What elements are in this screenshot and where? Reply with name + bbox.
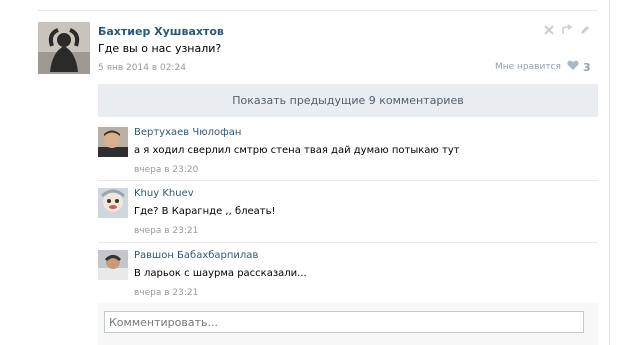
- avatar-image: [98, 188, 128, 218]
- comment-author[interactable]: Khuy Khuev: [134, 188, 194, 199]
- comment-date[interactable]: вчера в 23:21: [134, 288, 198, 298]
- comment-author[interactable]: Равшон Бабахбарпилав: [134, 250, 258, 261]
- comment-text: В ларьок с шаурма рассказали...: [134, 268, 307, 279]
- like-label[interactable]: Мне нравится: [495, 62, 561, 72]
- like-count: 3: [583, 61, 591, 74]
- avatar-image: [98, 127, 128, 157]
- avatar-image: [98, 250, 128, 280]
- edit-icon[interactable]: [579, 24, 591, 36]
- right-border: [609, 0, 610, 345]
- post-author-avatar[interactable]: [38, 22, 90, 74]
- heart-icon[interactable]: [567, 60, 579, 71]
- post-date[interactable]: 5 янв 2014 в 02:24: [98, 63, 186, 73]
- comment-input[interactable]: [104, 311, 584, 333]
- post-actions: [543, 24, 591, 36]
- top-divider: [38, 10, 598, 11]
- comment-composer: [98, 303, 598, 345]
- comment-date[interactable]: вчера в 23:20: [134, 165, 198, 175]
- share-icon[interactable]: [561, 24, 573, 36]
- comment-date[interactable]: вчера в 23:21: [134, 226, 198, 236]
- comment-divider: [98, 180, 598, 181]
- post-text: Где вы о нас узнали?: [98, 42, 222, 55]
- show-previous-comments-button[interactable]: Показать предыдущие 9 комментариев: [98, 84, 598, 117]
- comment-text: Где? В Карагнде ,, блеать!: [134, 206, 276, 217]
- post-author-name[interactable]: Бахтиер Хушвахтов: [98, 25, 224, 38]
- comment-avatar[interactable]: [98, 188, 128, 218]
- comment-avatar[interactable]: [98, 250, 128, 280]
- avatar-image: [38, 22, 90, 74]
- delete-icon[interactable]: [543, 24, 555, 36]
- comment-text: а я ходил сверлил смтрю стена твая дай д…: [134, 145, 460, 156]
- comment-avatar[interactable]: [98, 127, 128, 157]
- comment-divider: [98, 242, 598, 243]
- comment-author[interactable]: Вертухаев Чюлофан: [134, 127, 241, 138]
